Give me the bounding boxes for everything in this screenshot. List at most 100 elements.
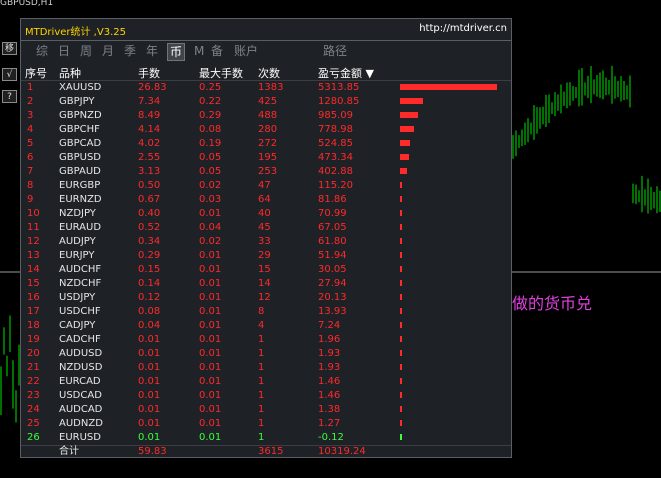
row-count: 1 bbox=[258, 334, 265, 345]
row-pnl: 778.98 bbox=[318, 124, 353, 135]
row-count: 1 bbox=[258, 418, 265, 429]
table-row[interactable]: 4 GBPCHF 4.14 0.08 280 778.98 bbox=[21, 123, 511, 137]
row-count: 1 bbox=[258, 376, 265, 387]
col-symbol[interactable]: 品种 bbox=[59, 65, 81, 81]
table-row[interactable]: 1 XAUUSD 26.83 0.25 1383 5313.85 bbox=[21, 81, 511, 95]
row-max-lots: 0.01 bbox=[199, 278, 222, 289]
pnl-bar bbox=[400, 420, 402, 426]
tab-1[interactable]: 日 bbox=[58, 43, 70, 59]
table-row[interactable]: 6 GBPUSD 2.55 0.05 195 473.34 bbox=[21, 151, 511, 165]
row-count: 14 bbox=[258, 278, 271, 289]
row-count: 12 bbox=[258, 292, 271, 303]
tab-5[interactable]: 年 bbox=[146, 43, 158, 59]
pnl-bar bbox=[400, 154, 409, 160]
row-lots: 8.49 bbox=[138, 110, 161, 121]
tab-9[interactable]: 账户 bbox=[234, 43, 258, 59]
tab-2[interactable]: 周 bbox=[80, 43, 92, 59]
row-count: 64 bbox=[258, 194, 271, 205]
tab-3[interactable]: 月 bbox=[102, 43, 114, 59]
table-row[interactable]: 18 CADJPY 0.04 0.01 4 7.24 bbox=[21, 319, 511, 333]
help-button[interactable]: ? bbox=[2, 90, 17, 103]
row-symbol: CADJPY bbox=[59, 320, 96, 331]
panel-url-link[interactable]: http://mtdriver.cn bbox=[419, 23, 507, 34]
row-index: 8 bbox=[27, 180, 34, 191]
table-row[interactable]: 3 GBPNZD 8.49 0.29 488 985.09 bbox=[21, 109, 511, 123]
table-row[interactable]: 21 NZDUSD 0.01 0.01 1 1.93 bbox=[21, 361, 511, 375]
row-max-lots: 0.29 bbox=[199, 110, 222, 121]
table-row[interactable]: 19 CADCHF 0.01 0.01 1 1.96 bbox=[21, 333, 511, 347]
table-row[interactable]: 22 EURCAD 0.01 0.01 1 1.46 bbox=[21, 375, 511, 389]
pnl-bar bbox=[400, 336, 402, 342]
tab-0[interactable]: 综 bbox=[36, 43, 48, 59]
col-lots[interactable]: 手数 bbox=[138, 65, 160, 81]
table-row[interactable]: 9 EURNZD 0.67 0.03 64 81.86 bbox=[21, 193, 511, 207]
table-row[interactable]: 14 AUDCHF 0.15 0.01 15 30.05 bbox=[21, 263, 511, 277]
row-pnl: 115.20 bbox=[318, 180, 353, 191]
pnl-bar bbox=[400, 350, 402, 356]
col-index[interactable]: 序号 bbox=[25, 65, 47, 81]
table-row[interactable]: 25 AUDNZD 0.01 0.01 1 1.27 bbox=[21, 417, 511, 431]
pnl-bar bbox=[400, 238, 402, 244]
row-symbol: EURNZD bbox=[59, 194, 102, 205]
row-pnl: 30.05 bbox=[318, 264, 347, 275]
row-index: 17 bbox=[27, 306, 40, 317]
row-symbol: AUDJPY bbox=[59, 236, 96, 247]
table-row[interactable]: 10 NZDJPY 0.40 0.01 40 70.99 bbox=[21, 207, 511, 221]
panel-title: MTDriver统计 ,V3.25 bbox=[25, 27, 126, 38]
check-button[interactable]: √ bbox=[2, 68, 17, 81]
pnl-bar bbox=[400, 112, 418, 118]
table-row[interactable]: 8 EURGBP 0.50 0.02 47 115.20 bbox=[21, 179, 511, 193]
row-lots: 0.15 bbox=[138, 264, 161, 275]
pnl-bar bbox=[400, 392, 402, 398]
row-count: 45 bbox=[258, 222, 271, 233]
total-count: 3615 bbox=[258, 446, 284, 457]
tab-7[interactable]: M bbox=[194, 43, 204, 59]
move-button[interactable]: 移 bbox=[2, 42, 17, 55]
col-count[interactable]: 次数 bbox=[258, 65, 280, 81]
table-row[interactable]: 12 AUDJPY 0.34 0.02 33 61.80 bbox=[21, 235, 511, 249]
table-row[interactable]: 2 GBPJPY 7.34 0.22 425 1280.85 bbox=[21, 95, 511, 109]
row-count: 425 bbox=[258, 96, 278, 107]
table-row[interactable]: 17 USDCHF 0.08 0.01 8 13.93 bbox=[21, 305, 511, 319]
table-row[interactable]: 16 USDJPY 0.12 0.01 12 20.13 bbox=[21, 291, 511, 305]
row-index: 21 bbox=[27, 362, 40, 373]
pnl-bar bbox=[400, 308, 402, 314]
table-row[interactable]: 11 EURAUD 0.52 0.04 45 67.05 bbox=[21, 221, 511, 235]
tab-4[interactable]: 季 bbox=[124, 43, 136, 59]
table-row[interactable]: 5 GBPCAD 4.02 0.19 272 524.85 bbox=[21, 137, 511, 151]
table-row[interactable]: 20 AUDUSD 0.01 0.01 1 1.93 bbox=[21, 347, 511, 361]
row-pnl: 20.13 bbox=[318, 292, 347, 303]
row-symbol: EURCAD bbox=[59, 376, 101, 387]
pnl-bar bbox=[400, 434, 402, 440]
row-index: 11 bbox=[27, 222, 40, 233]
row-symbol: USDCAD bbox=[59, 390, 102, 401]
row-lots: 7.34 bbox=[138, 96, 161, 107]
row-lots: 0.01 bbox=[138, 404, 161, 415]
table-row[interactable]: 24 AUDCAD 0.01 0.01 1 1.38 bbox=[21, 403, 511, 417]
tab-6[interactable]: 币 bbox=[167, 43, 186, 61]
col-pnl[interactable]: 盈亏金额 ▼ bbox=[318, 65, 374, 81]
row-symbol: GBPCHF bbox=[59, 124, 100, 135]
row-max-lots: 0.02 bbox=[199, 236, 222, 247]
pnl-bar bbox=[400, 224, 402, 230]
col-max-lots[interactable]: 最大手数 bbox=[199, 65, 243, 81]
row-lots: 0.67 bbox=[138, 194, 161, 205]
table-row[interactable]: 13 EURJPY 0.29 0.01 29 51.94 bbox=[21, 249, 511, 263]
row-index: 4 bbox=[27, 124, 34, 135]
table-row[interactable]: 7 GBPAUD 3.13 0.05 253 402.88 bbox=[21, 165, 511, 179]
table-row[interactable]: 23 USDCAD 0.01 0.01 1 1.46 bbox=[21, 389, 511, 403]
row-index: 22 bbox=[27, 376, 40, 387]
row-symbol: XAUUSD bbox=[59, 82, 102, 93]
row-max-lots: 0.01 bbox=[199, 292, 222, 303]
row-max-lots: 0.01 bbox=[199, 320, 222, 331]
table-row[interactable]: 15 NZDCHF 0.14 0.01 14 27.94 bbox=[21, 277, 511, 291]
table-row[interactable]: 26 EURUSD 0.01 0.01 1 -0.12 bbox=[21, 431, 511, 445]
tab-8[interactable]: 备 bbox=[211, 43, 223, 59]
row-index: 2 bbox=[27, 96, 34, 107]
tab-10[interactable]: 路径 bbox=[323, 43, 347, 59]
row-symbol: AUDCHF bbox=[59, 264, 102, 275]
pnl-bar bbox=[400, 280, 402, 286]
row-symbol: CADCHF bbox=[59, 334, 101, 345]
row-max-lots: 0.01 bbox=[199, 306, 222, 317]
row-count: 195 bbox=[258, 152, 278, 163]
